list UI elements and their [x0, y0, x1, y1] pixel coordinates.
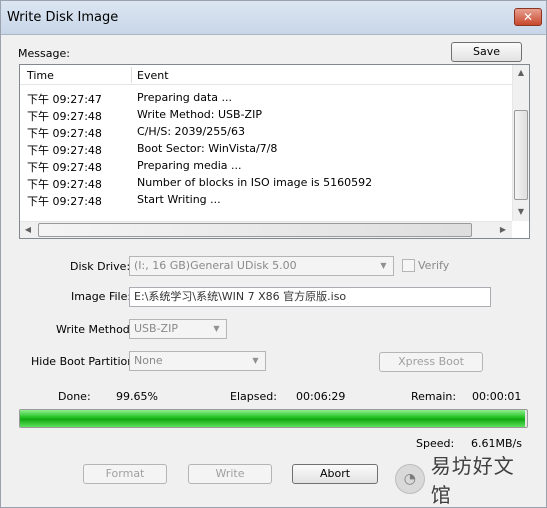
done-value: 99.65% — [116, 390, 158, 403]
log-time: 下午 09:27:48 — [27, 178, 102, 191]
log-event: Boot Sector: WinVista/7/8 — [137, 142, 278, 155]
write-method-value: USB-ZIP — [134, 322, 178, 335]
log-time: 下午 09:27:48 — [27, 110, 102, 123]
write-method-label: Write Method: — [56, 323, 134, 336]
watermark-logo-icon: ◔ — [395, 464, 425, 494]
done-label: Done: — [58, 390, 91, 403]
log-time: 下午 09:27:47 — [27, 93, 102, 106]
close-button[interactable]: ✕ — [514, 8, 542, 26]
image-file-label: Image File: — [71, 290, 132, 303]
speed-label: Speed: — [416, 437, 455, 450]
abort-button[interactable]: Abort — [292, 464, 378, 484]
log-row: 下午 09:27:47 Preparing data ... — [20, 89, 512, 106]
format-button[interactable]: Format — [83, 464, 167, 484]
watermark-text: 易坊好文馆 — [430, 454, 515, 507]
hide-boot-partition-label: Hide Boot Partition: — [31, 355, 138, 368]
chevron-down-icon: ▼ — [380, 261, 387, 270]
log-vertical-scrollbar[interactable]: ▲ ▼ — [512, 65, 529, 221]
progress-fill — [20, 410, 526, 427]
log-list[interactable]: Time Event 下午 09:27:47 Preparing data ..… — [19, 64, 530, 239]
xpress-boot-button[interactable]: Xpress Boot — [379, 352, 483, 372]
log-row: 下午 09:27:48 Number of blocks in ISO imag… — [20, 174, 512, 191]
remain-label: Remain: — [411, 390, 457, 403]
log-horizontal-scrollbar[interactable]: ◀ ▶ — [20, 221, 512, 238]
scroll-up-icon[interactable]: ▲ — [513, 65, 529, 81]
elapsed-label: Elapsed: — [230, 390, 277, 403]
disk-drive-value: (I:, 16 GB)General UDisk 5.00 — [134, 259, 297, 272]
remain-value: 00:00:01 — [472, 390, 522, 403]
log-time: 下午 09:27:48 — [27, 144, 102, 157]
log-row: 下午 09:27:48 Write Method: USB-ZIP — [20, 106, 512, 123]
speed-value: 6.61MB/s — [471, 437, 522, 450]
log-event: C/H/S: 2039/255/63 — [137, 125, 245, 138]
log-time: 下午 09:27:48 — [27, 195, 102, 208]
log-row: 下午 09:27:48 C/H/S: 2039/255/63 — [20, 123, 512, 140]
log-row: 下午 09:27:48 Preparing media ... — [20, 157, 512, 174]
log-row: 下午 09:27:48 Boot Sector: WinVista/7/8 — [20, 140, 512, 157]
hide-boot-partition-value: None — [134, 354, 163, 367]
column-header-time[interactable]: Time — [27, 69, 54, 82]
log-time: 下午 09:27:48 — [27, 127, 102, 140]
vertical-scroll-thumb[interactable] — [514, 110, 528, 200]
log-event: Preparing media ... — [137, 159, 242, 172]
watermark: ◔ 易坊好文馆 — [395, 454, 535, 507]
save-button[interactable]: Save — [451, 42, 522, 62]
write-button[interactable]: Write — [188, 464, 272, 484]
log-row: 下午 09:27:48 Start Writing ... — [20, 191, 512, 208]
write-disk-image-window: Write Disk Image ✕ Message: Save Time Ev… — [0, 0, 547, 508]
image-file-field[interactable]: E:\系统学习\系统\WIN 7 X86 官方原版.iso — [129, 287, 491, 307]
elapsed-value: 00:06:29 — [296, 390, 346, 403]
chevron-down-icon: ▼ — [252, 356, 259, 365]
hide-boot-partition-select[interactable]: None ▼ — [129, 351, 266, 371]
log-event: Start Writing ... — [137, 193, 221, 206]
log-event: Write Method: USB-ZIP — [137, 108, 262, 121]
write-method-select[interactable]: USB-ZIP ▼ — [129, 319, 227, 339]
log-event: Number of blocks in ISO image is 5160592 — [137, 176, 373, 189]
log-header: Time Event — [20, 65, 512, 85]
title-bar[interactable]: Write Disk Image ✕ — [1, 1, 546, 35]
scroll-down-icon[interactable]: ▼ — [513, 204, 529, 220]
verify-label: Verify — [418, 259, 450, 272]
verify-checkbox[interactable] — [402, 259, 415, 272]
write-progress-bar — [19, 409, 528, 428]
disk-drive-label: Disk Drive: — [70, 260, 131, 273]
disk-drive-select[interactable]: (I:, 16 GB)General UDisk 5.00 ▼ — [129, 256, 394, 276]
window-title: Write Disk Image — [7, 10, 119, 25]
close-icon: ✕ — [522, 10, 534, 24]
chevron-down-icon: ▼ — [213, 324, 220, 333]
log-time: 下午 09:27:48 — [27, 161, 102, 174]
scroll-left-icon[interactable]: ◀ — [20, 222, 36, 238]
message-label: Message: — [18, 47, 70, 60]
log-event: Preparing data ... — [137, 91, 233, 104]
image-file-value: E:\系统学习\系统\WIN 7 X86 官方原版.iso — [134, 290, 347, 303]
column-header-event[interactable]: Event — [137, 69, 169, 82]
horizontal-scroll-thumb[interactable] — [38, 223, 472, 237]
scroll-right-icon[interactable]: ▶ — [495, 222, 511, 238]
column-divider[interactable] — [131, 67, 132, 83]
